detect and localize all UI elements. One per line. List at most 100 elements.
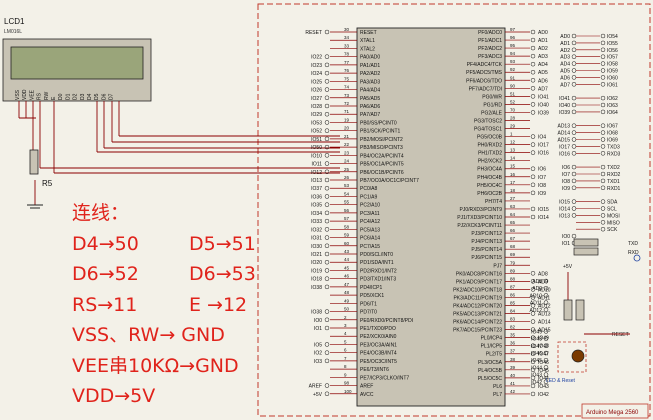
header-net-label: IO62 xyxy=(607,96,618,102)
note-right: D6→53 xyxy=(189,263,256,285)
header-net-label: AD6 xyxy=(560,75,570,81)
mcu-left-net: IO38 xyxy=(311,310,322,316)
header-net-label: IO7 xyxy=(562,172,570,178)
resistor-r5 xyxy=(29,149,39,175)
mcu-right-pin-name: PH6/OC2B xyxy=(477,191,502,197)
header-net-label: AD4 xyxy=(560,62,570,68)
header-net-label: AD0 xyxy=(560,34,570,40)
mcu-left-net: IO13 xyxy=(311,178,322,184)
mcu-left-pin-name: PB5/OC1A/PCINT5 xyxy=(360,162,404,168)
header-net-label: IO40 xyxy=(559,103,570,109)
mcu-right-pin-name: PJ6/PCINT15 xyxy=(471,255,502,261)
mcu-right-pin-name: PG1/RD xyxy=(483,102,502,108)
header-net-label: IO64 xyxy=(607,110,618,116)
mcu-right-pin-name: PK5/ADC13/PCINT21 xyxy=(453,312,502,318)
mcu-right-pin-name: PL1/ICP5 xyxy=(481,344,503,350)
note-left: VDD→5V xyxy=(72,385,156,407)
lcd-ref: LCD1 xyxy=(4,17,25,26)
mcu-right-pin-num: 65 xyxy=(510,220,516,225)
mcu-left-pin-num: 98 xyxy=(344,381,350,386)
mcu-left-pin-name: PA1/AD1 xyxy=(360,63,380,69)
note-left: VEE串10KΩ→GND xyxy=(72,354,239,377)
mcu-right-pin-num: 16 xyxy=(510,172,516,177)
header-net-label: IO6 xyxy=(562,165,570,171)
mcu-left-net: IO22 xyxy=(311,55,322,61)
note-left: D4→50 xyxy=(72,232,139,255)
mcu-right-pin-name: PK4/ADC12/PCINT20 xyxy=(453,303,502,309)
reset-resistor xyxy=(575,299,585,321)
mcu-right-net: IO14 xyxy=(538,215,549,221)
mcu-right-net: IO4 xyxy=(538,135,546,141)
header-net-label: AD2 xyxy=(560,48,570,54)
wiring-notes: 连线： D4→50 D5→51 D6→52 D6→53 RS→11 E →12 VSS、RW… xyxy=(72,198,256,412)
header-net-label: IO55 xyxy=(607,41,618,47)
mcu-right-net: IO39 xyxy=(538,110,549,116)
mcu-left-pin-name: PE4/OC3B/INT4 xyxy=(360,351,397,357)
header-net-label: IO43 xyxy=(531,373,542,379)
led-reset-label: LED & Reset xyxy=(546,378,576,384)
mcu-right-pin-name: PL7 xyxy=(493,392,502,398)
header-net-label: IO8 xyxy=(562,179,570,185)
note-right: E →12 xyxy=(189,293,248,316)
mcu-left-pin-num: 56 xyxy=(344,208,350,213)
header-net-label: IO57 xyxy=(607,55,618,61)
lcd-pin-label: D2 xyxy=(73,93,79,100)
mcu-left-pin-name: AREF xyxy=(360,384,373,390)
mcu-right-pin-num: 97 xyxy=(510,27,516,32)
header-net-label: IO47 xyxy=(531,344,542,350)
mcu-right-net: IO40 xyxy=(538,102,549,108)
mcu-right-pin-num: 88 xyxy=(510,276,516,281)
mcu-right-pin-name: PF6/ADC6/TDO xyxy=(466,78,502,84)
mcu-left-pin-num: 55 xyxy=(344,200,350,205)
mcu-left-pin-num: 26 xyxy=(344,175,350,180)
mcu-left-pin-num: 22 xyxy=(344,142,350,147)
notes-lines: D4→50 D5→51 D6→52 D6→53 RS→11 E →12 VSS、RW→ GN… xyxy=(72,229,256,412)
mcu-right-pin-name: PH1/TXD2 xyxy=(478,151,502,157)
mcu-right-pin-name: PG3/TOSC2 xyxy=(474,118,502,124)
header-net-label: IO56 xyxy=(607,48,618,54)
led-resistor xyxy=(563,299,573,321)
mcu-right-pin-name: PG5/OC0B xyxy=(477,135,503,141)
header-net-label: IO60 xyxy=(607,75,618,81)
header-net-label: AD7 xyxy=(560,82,570,88)
mcu-right-pin-num: 41 xyxy=(510,381,516,386)
mcu-left-net: IO38 xyxy=(311,285,322,291)
mcu-right-pin-name: PK1/ADC9/PCINT17 xyxy=(456,279,502,285)
rxd-resistor xyxy=(573,247,599,256)
mcu-right-pin-name: PH0/RXD2 xyxy=(478,143,503,149)
mcu-left-pin-num: 54 xyxy=(344,191,350,196)
lcd-screen xyxy=(10,46,144,80)
mcu-right-pin-num: 64 xyxy=(510,212,516,217)
mcu-right-pin-name: PF2/ADC2 xyxy=(478,46,502,52)
note-left: D6→52 xyxy=(72,263,139,285)
note-line: VEE串10KΩ→GND xyxy=(72,351,256,382)
mcu-right-pin-name: PF0/ADC0 xyxy=(478,30,502,36)
header-net-label: IO9 xyxy=(562,186,570,192)
header-net-label: AD8 xyxy=(532,279,542,285)
mcu-right-pin-num: 37 xyxy=(510,349,516,354)
mcu-left-net: IO20 xyxy=(311,260,322,266)
mcu-right-pin-num: 1 xyxy=(510,132,513,137)
mcu-left-pin-num: 53 xyxy=(344,183,350,188)
mcu-left-pin-num: 3 xyxy=(344,323,347,328)
mcu-right-pin-num: 84 xyxy=(510,309,516,314)
mcu-left-pin-num: 30 xyxy=(344,27,350,32)
mcu-left-pin-name: PD3/TXD1/INT3 xyxy=(360,277,396,283)
mcu-left-pin-name: PC0/A8 xyxy=(360,186,377,192)
mcu-left-net: IO52 xyxy=(311,129,322,135)
mcu-left-pin-num: 24 xyxy=(344,159,350,164)
mcu-left-net: IO34 xyxy=(311,211,322,217)
mcu-right-pin-num: 69 xyxy=(510,252,516,257)
mcu-right-pin-num: 68 xyxy=(510,244,516,249)
lcd-pin-label: D1 xyxy=(65,93,71,100)
note-line: RS→11 E →12 xyxy=(72,290,256,321)
mcu-right-pin-name: PF1/ADC1 xyxy=(478,38,502,44)
mcu-left-pin-name: PA7/AD7 xyxy=(360,112,380,118)
mcu-left-pin-name: PC7/A15 xyxy=(360,244,380,250)
mcu-left-pin-num: 5 xyxy=(344,339,347,344)
header-net-label: IO13 xyxy=(559,213,570,219)
mcu-left-net: IO21 xyxy=(311,252,322,258)
mcu-right-pin-num: 79 xyxy=(510,260,516,265)
header-net-label: IO68 xyxy=(607,131,618,137)
mcu-left-pin-name: PB7/OC0A/OC1C/PCINT7 xyxy=(360,178,419,184)
